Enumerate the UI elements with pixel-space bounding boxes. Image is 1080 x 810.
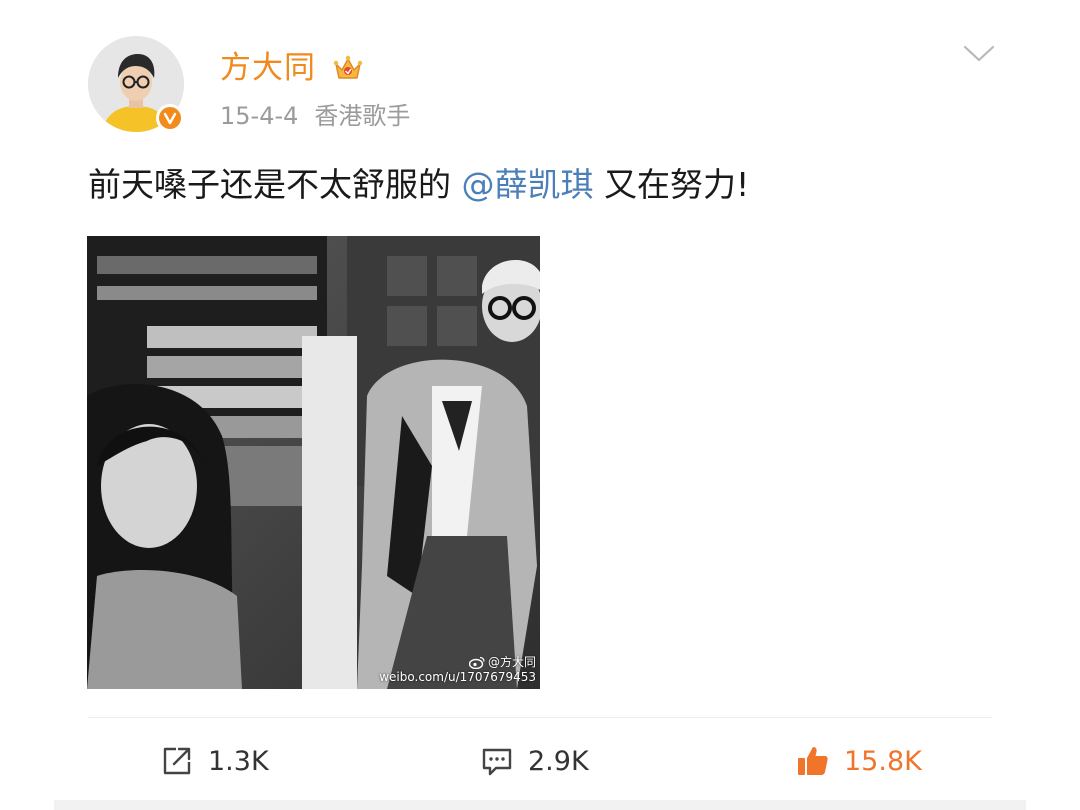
photo-image [87,236,540,689]
post-photo[interactable]: @方大同 weibo.com/u/1707679453 [87,236,540,689]
author-name[interactable]: 方大同 [220,48,316,88]
repost-icon [163,747,191,775]
photo-watermark: @方大同 weibo.com/u/1707679453 [379,655,536,685]
post-text: 前天嗓子还是不太舒服的 @薛凯琪 又在努力! [88,162,749,208]
weibo-post-card: 方大同 15-4-4 香港歌手 前天嗓子还是不太舒服的 @薛凯琪 又在努力! @… [0,0,1080,810]
comment-icon [482,748,512,776]
post-text-after: 又在努力! [593,165,750,204]
post-text-before: 前天嗓子还是不太舒服的 [88,165,462,204]
mention-link[interactable]: @薛凯琪 [462,165,594,204]
verified-v-icon [156,104,184,132]
bottom-separator [54,800,1026,810]
member-crown-icon[interactable] [332,52,364,84]
comment-count: 2.9K [528,745,589,777]
watermark-handle: @方大同 [487,655,536,669]
thumbs-up-icon [798,747,828,775]
post-date: 15-4-4 [220,102,299,130]
weibo-logo-icon [468,656,485,669]
repost-count: 1.3K [208,745,269,777]
like-count: 15.8K [844,745,922,777]
repost-button[interactable]: 1.3K [160,740,269,782]
post-meta: 15-4-4 香港歌手 [220,100,410,132]
post-source: 香港歌手 [314,102,411,130]
watermark-url: weibo.com/u/1707679453 [379,670,536,684]
comment-button[interactable]: 2.9K [480,740,589,782]
like-button[interactable]: 15.8K [796,740,922,782]
chevron-down-icon[interactable] [962,42,996,66]
divider [88,717,992,718]
